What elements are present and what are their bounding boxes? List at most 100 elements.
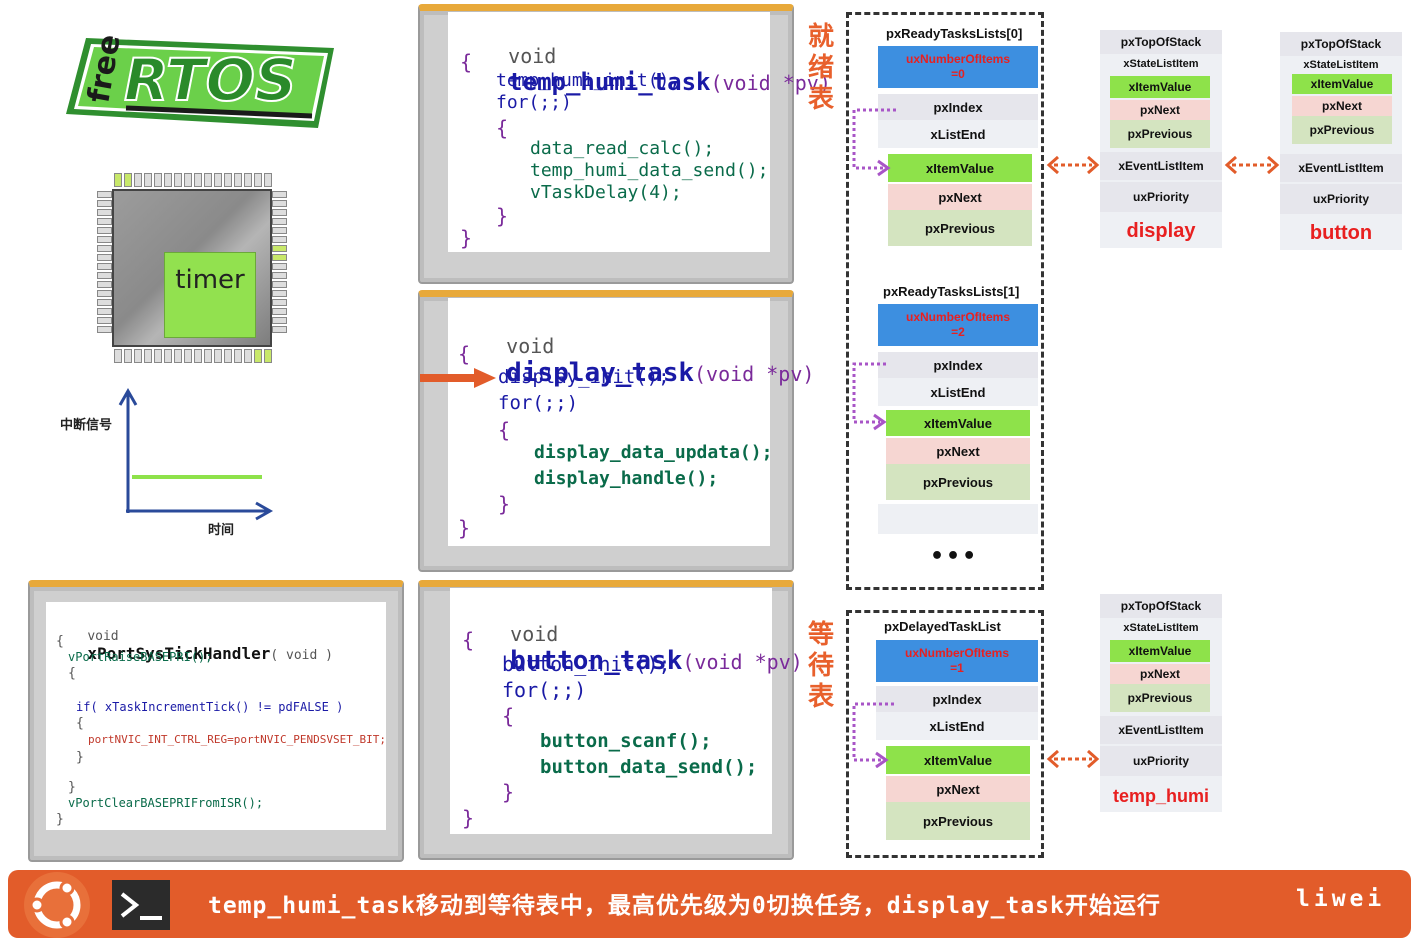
x-axis-label: 时间 (208, 523, 235, 538)
ready-list-label: 就 绪 表 (806, 22, 836, 115)
bt-line-4: button_data_send(); (540, 756, 758, 778)
th-line-1: temp_humi_init(); (496, 70, 681, 91)
interrupt-signal-plot: 中断信号 时间 (60, 385, 280, 545)
tcb-button-name: button (1309, 221, 1373, 244)
delayed-count: uxNumberOfItems =1 (876, 640, 1038, 682)
ready0-title: pxReadyTasksLists[0] (886, 26, 1023, 41)
button-task-code: void button_task(void *pv) { button_init… (450, 588, 803, 834)
tcb-temphumi-prev: pxPrevious (1110, 684, 1210, 712)
st-line-4: vPortClearBASEPRIFromISR(); (68, 796, 264, 810)
delayed-itemvalue: xItemValue (886, 746, 1030, 774)
ready1-pxprevious: pxPrevious (886, 464, 1030, 500)
st-void: void (87, 629, 119, 644)
tcb-button-event: xEventListItem (1280, 154, 1402, 182)
ready0-count: uxNumberOfItems =0 (878, 46, 1038, 88)
tcb-display-next: pxNext (1110, 100, 1210, 120)
tcb-button-value: xItemValue (1292, 74, 1392, 94)
ready1-count-value: =2 (951, 325, 965, 339)
terminal-icon (112, 880, 170, 930)
ready-label-char-1: 就 (807, 22, 834, 52)
display-task-code: void display_task(void *pv) { display_in… (448, 298, 814, 546)
tcb-temphumi-priority: uxPriority (1100, 746, 1222, 776)
ready1-spacer (878, 504, 1038, 534)
tcb-display-event: xEventListItem (1100, 152, 1222, 180)
ready0-xlistend: xListEnd (878, 120, 1038, 148)
ready0-count-label: uxNumberOfItems (905, 52, 1011, 66)
tcb-temphumi-name: temp_humi (1112, 785, 1209, 806)
tcb-temp-humi: pxTopOfStack xStateListItem xItemValue p… (1100, 594, 1222, 812)
tcb-display: pxTopOfStack xStateListItem xItemValue p… (1100, 30, 1222, 248)
chip-pins-left (97, 191, 112, 333)
ready0-pxnext: pxNext (888, 184, 1032, 210)
ready0-index-pointer (852, 108, 896, 177)
ready1-count-label: uxNumberOfItems (905, 310, 1011, 324)
th-line-2: for(;;) (496, 92, 572, 113)
chip-pins-bottom (114, 349, 272, 363)
bt-line-3: button_scanf(); (540, 730, 712, 752)
logo-rtos-text: RTOS (124, 46, 297, 114)
tcb-button-next: pxNext (1292, 96, 1392, 116)
ready0-pxprevious: pxPrevious (888, 210, 1032, 246)
y-axis-label: 中断信号 (60, 418, 113, 433)
delayed-list-label: 等 待 表 (806, 620, 836, 713)
ubuntu-logo-icon (20, 870, 94, 940)
tcb-temphumi-top: pxTopOfStack (1100, 594, 1222, 618)
link-arrow-delayed-temphumi (1046, 749, 1100, 769)
ready1-pxnext: pxNext (886, 438, 1030, 464)
tcb-button-top: pxTopOfStack (1280, 32, 1402, 56)
dt-line-1: display_init(); (498, 366, 670, 388)
delayed-label-char-1: 等 (807, 620, 834, 650)
chip-pins-right (272, 191, 287, 333)
tcb-temphumi-value: xItemValue (1110, 640, 1210, 662)
tcb-display-top: pxTopOfStack (1100, 30, 1222, 54)
bt-line-1: button_init(); (502, 652, 671, 676)
th-line-3: data_read_calc(); (530, 138, 715, 159)
th-line-4: temp_humi_data_send(); (530, 160, 769, 181)
st-line-3: portNVIC_INT_CTRL_REG=portNVIC_PENDSVSET… (88, 733, 387, 746)
chip-pins-top (114, 173, 272, 187)
tcb-button-prev: pxPrevious (1292, 116, 1392, 144)
th-line-5: vTaskDelay(4); (530, 182, 682, 203)
tcb-display-priority: uxPriority (1100, 182, 1222, 212)
delayed-pxprevious: pxPrevious (886, 802, 1030, 840)
delayed-xlistend: xListEnd (876, 712, 1038, 740)
timer-block: timer (164, 252, 256, 338)
ready0-count-value: =0 (951, 67, 965, 81)
tcb-temphumi-event: xEventListItem (1100, 716, 1222, 744)
dt-void: void (506, 334, 555, 358)
tcb-temphumi-next: pxNext (1110, 664, 1210, 684)
tcb-button-state: xStateListItem (1280, 56, 1402, 74)
freertos-logo: free RTOS (66, 30, 336, 130)
tcb-display-prev: pxPrevious (1110, 120, 1210, 148)
delayed-label-char-2: 待 (807, 651, 834, 681)
th-void: void (508, 44, 557, 68)
dt-line-4: display_handle(); (534, 468, 719, 489)
tcb-display-state: xStateListItem (1100, 54, 1222, 74)
delayed-index-pointer (852, 702, 894, 768)
footer-message: temp_humi_task移动到等待表中，最高优先级为0切换任务，displa… (208, 893, 1161, 919)
delayed-pxnext: pxNext (886, 776, 1030, 802)
running-pointer-arrow (420, 368, 496, 388)
footer-author: liwei (1296, 886, 1386, 912)
ready1-xlistend: xListEnd (878, 378, 1038, 406)
dt-line-2: for(;;) (498, 392, 579, 414)
delayed-label-char-3: 表 (807, 682, 834, 712)
dt-param: (void *pv) (694, 362, 815, 386)
tcb-button: pxTopOfStack xStateListItem xItemValue p… (1280, 32, 1402, 250)
link-arrow-ready0-display (1046, 155, 1100, 175)
mcu-chip: timer (96, 173, 288, 363)
delayed-title: pxDelayedTaskList (884, 619, 1001, 634)
chip-body: timer (112, 189, 272, 347)
link-arrow-display-button (1224, 155, 1280, 175)
ready-label-char-3: 表 (807, 84, 834, 114)
tcb-display-name: display (1126, 219, 1196, 242)
delayed-pxindex: pxIndex (876, 686, 1038, 712)
timer-label: timer (175, 265, 245, 295)
st-param: ( void ) (270, 648, 333, 663)
dt-line-3: display_data_updata(); (534, 442, 773, 463)
tcb-button-priority: uxPriority (1280, 184, 1402, 214)
ready1-count: uxNumberOfItems =2 (878, 304, 1038, 346)
st-line-2: if( xTaskIncrementTick() != pdFALSE ) (76, 700, 344, 714)
ready1-index-pointer (852, 362, 887, 431)
more-lists-ellipsis: ••• (930, 544, 979, 569)
